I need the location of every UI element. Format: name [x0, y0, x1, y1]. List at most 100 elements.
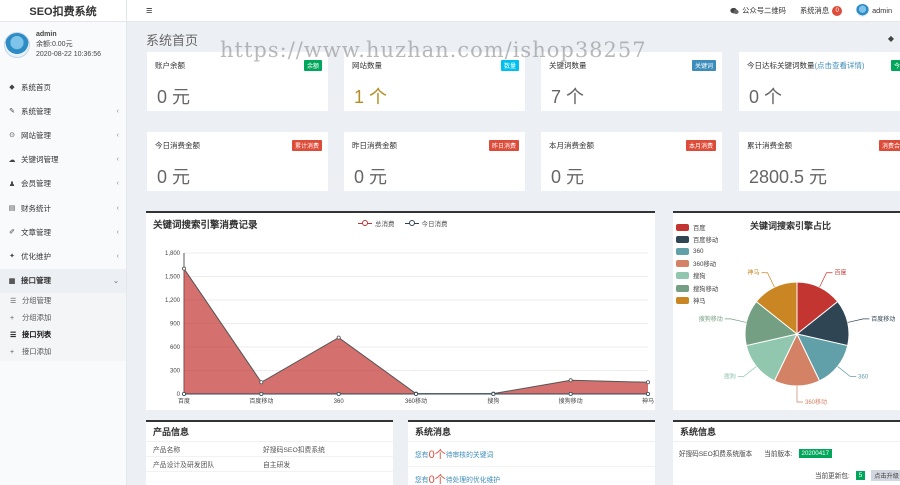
- stat-value: 0 元: [551, 167, 585, 187]
- pie-label-line: [847, 318, 870, 323]
- product-info-value: 自主研发: [263, 462, 291, 469]
- y-tick-label: 900: [170, 322, 181, 328]
- pie-legend-item[interactable]: 搜狗: [676, 270, 718, 282]
- data-point[interactable]: [336, 335, 341, 340]
- sidebar-item[interactable]: ◆ 系统首页: [0, 75, 126, 99]
- pie-legend-item[interactable]: 神马: [676, 294, 718, 306]
- version-label: 好搜码SEO扣费系统版本: [679, 451, 753, 458]
- pie-legend-label: 百度: [693, 224, 706, 232]
- system-messages-link[interactable]: 系统消息 0: [799, 5, 843, 16]
- pie-label: 神马: [747, 269, 759, 277]
- submenu-item[interactable]: ☰ 接口列表: [0, 327, 126, 344]
- submenu-item[interactable]: + 分组添加: [0, 310, 126, 327]
- app-logo[interactable]: SEO扣费系统: [0, 0, 126, 22]
- sidebar-item[interactable]: ✎ 系统管理 ‹: [0, 99, 126, 123]
- user-menu[interactable]: admin: [856, 4, 892, 17]
- data-point[interactable]: [645, 391, 650, 396]
- menu-icon: ♟: [8, 180, 16, 188]
- submenu-label: 接口列表: [22, 330, 52, 340]
- wechat-qrcode-link[interactable]: 公众号二维码: [730, 6, 786, 16]
- pie-legend-label: 搜狗: [693, 273, 706, 281]
- stat-title: 网站数量: [352, 60, 382, 71]
- stat-title: 本月消费金额: [549, 140, 594, 151]
- stat-card: 本月消费金额 本月消费 0 元: [541, 132, 722, 191]
- y-tick-label: 300: [170, 369, 181, 375]
- sidebar-item[interactable]: ✐ 文章管理 ‹: [0, 220, 126, 244]
- submenu-icon: +: [10, 314, 15, 322]
- sidebar-menu: ◆ 系统首页 ✎ 系统管理 ‹ ⊙ 网站管理 ‹ ☁ 关键词管理 ‹ ♟ 会员管理 ‹ ▤ 财务统计 ‹ ✐ 文章管…: [0, 75, 126, 361]
- system-info-panel: 系统信息 好搜码SEO扣费系统版本 当前版本: 20200417 当前更新包: …: [673, 420, 900, 485]
- pie-legend-item[interactable]: 搜狗移动: [676, 282, 718, 294]
- legend-item[interactable]: 总消费: [358, 218, 395, 228]
- menu-icon: ☁: [8, 156, 16, 164]
- legend-marker: [404, 220, 419, 226]
- x-tick-label: 百度: [178, 397, 190, 405]
- submenu-icon: ☰: [10, 298, 17, 306]
- pie-legend-swatch: [676, 284, 689, 292]
- stat-value: 0 个: [749, 87, 783, 107]
- sidebar-item[interactable]: ☁ 关键词管理 ‹: [0, 148, 126, 172]
- sidebar-item[interactable]: ✦ 优化维护 ‹: [0, 244, 126, 268]
- pie-legend-item[interactable]: 360移动: [676, 258, 718, 270]
- sidebar-item[interactable]: ▦ 接口管理 ⌄: [0, 268, 126, 293]
- main-content: 系统首页 ◆ 账户余额 余额 0 元 网站数量 数量 1 个 关键词数量 关键词 7 个 今日达标…: [127, 22, 900, 485]
- data-point[interactable]: [413, 391, 418, 396]
- chevron-left-icon: ‹: [116, 228, 119, 236]
- stat-badge: 余额: [303, 60, 322, 71]
- data-point[interactable]: [645, 380, 650, 385]
- menu-icon: ✎: [9, 108, 15, 116]
- stat-badge: 消费合: [878, 140, 900, 151]
- upgrade-button[interactable]: 点击升级: [871, 469, 900, 481]
- pie-legend-label: 360: [693, 247, 704, 255]
- data-point[interactable]: [491, 391, 496, 396]
- pie-label-line: [837, 366, 857, 377]
- user-datetime: 2020-08-22 10:36:56: [36, 50, 101, 58]
- data-point[interactable]: [259, 391, 264, 396]
- system-info-title: 系统信息: [673, 422, 900, 442]
- update-row: 当前更新包: 5 点击升级: [673, 464, 900, 485]
- data-point[interactable]: [568, 378, 573, 383]
- messages-label: 系统消息: [799, 5, 830, 15]
- product-info-panel: 产品信息 产品名称 好搜码SEO扣费系统 产品设计及研发团队 自主研发: [146, 420, 393, 485]
- menu-toggle-icon[interactable]: ≡: [146, 5, 152, 17]
- data-point[interactable]: [568, 391, 573, 396]
- stat-detail-link[interactable]: (点击查看详情): [815, 61, 865, 70]
- system-message-link[interactable]: 您有 0个 待处理的优化维护: [408, 467, 655, 485]
- user-name: admin: [36, 30, 57, 38]
- stat-title-text: 昨日消费金额: [352, 141, 397, 150]
- pie-label-line: [737, 366, 757, 377]
- data-point[interactable]: [182, 266, 187, 271]
- pie-label: 360: [858, 374, 869, 380]
- system-message-link[interactable]: 您有 0个 待审核的关键词: [408, 442, 655, 467]
- data-point[interactable]: [259, 380, 264, 385]
- submenu-item[interactable]: ☰ 分组管理: [0, 293, 126, 310]
- pie-label-line: [724, 318, 747, 323]
- version-row: 好搜码SEO扣费系统版本 当前版本: 20200417: [673, 442, 900, 464]
- data-point[interactable]: [182, 391, 187, 396]
- home-icon[interactable]: ◆: [888, 34, 894, 43]
- menu-icon: ✦: [9, 253, 15, 261]
- sidebar-item[interactable]: ▤ 财务统计 ‹: [0, 196, 126, 220]
- version-badge: 20200417: [798, 448, 833, 458]
- stat-title: 昨日消费金额: [352, 140, 397, 151]
- message-count: 0个: [428, 449, 446, 461]
- data-point[interactable]: [336, 391, 341, 396]
- consumption-chart: 关键词搜索引擎消费记录 0 300 600 900 1,200 1,500 1,800 百度 百度…: [153, 219, 654, 405]
- legend-item[interactable]: 今日消费: [404, 218, 448, 228]
- pie-label: 360移动: [805, 398, 827, 406]
- sidebar-item[interactable]: ♟ 会员管理 ‹: [0, 172, 126, 196]
- product-info-row: 产品设计及研发团队 自主研发: [146, 457, 393, 472]
- update-label: 当前更新包:: [814, 473, 850, 480]
- pie-legend: 百度 百度移动 360 360移动搜狗搜狗移动 神马: [676, 221, 718, 306]
- submenu-item[interactable]: + 接口添加: [0, 344, 126, 361]
- sidebar-item[interactable]: ⊙ 网站管理 ‹: [0, 123, 126, 147]
- pie-legend-item[interactable]: 百度移动: [676, 233, 718, 245]
- pie-legend-item[interactable]: 百度: [676, 221, 718, 233]
- pie-legend-item[interactable]: 360: [676, 245, 718, 257]
- pie-legend-label: 搜狗移动: [693, 285, 719, 293]
- wechat-icon: [730, 7, 739, 14]
- menu-icon: ◆: [9, 84, 15, 92]
- legend-label: 今日消费: [421, 221, 448, 228]
- stat-title-text: 关键词数量: [549, 61, 587, 70]
- stat-title-text: 网站数量: [352, 61, 382, 70]
